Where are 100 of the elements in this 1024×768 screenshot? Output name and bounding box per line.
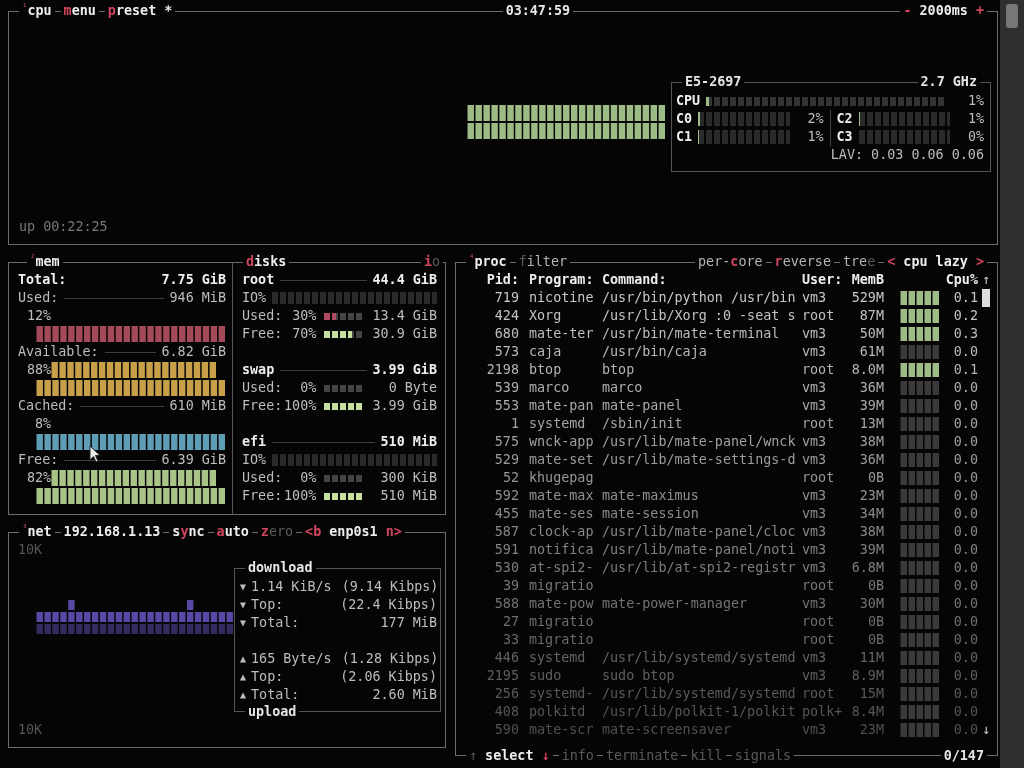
process-row[interactable]: 2198 btop btop root 8.0M 0.1 — [463, 361, 993, 379]
panel-tab[interactable]: <b enp0s1 n> — [302, 523, 405, 541]
column-header[interactable]: Cpu% — [942, 271, 978, 289]
pid-cell-text: 455 — [493, 505, 519, 523]
disk-meter — [324, 312, 365, 320]
command-cell-text: /usr/bin/mate-terminal — [602, 325, 781, 343]
scroll-down-arrow[interactable]: ↓ — [978, 721, 994, 739]
mem-label: Cached: — [18, 397, 75, 415]
memory-cell-text: 23M — [858, 721, 884, 739]
scroll-up-arrow[interactable]: ↑ — [978, 271, 994, 289]
process-row[interactable]: 27 migratio root 0B 0.0 — [463, 613, 993, 631]
pid-cell-text: 590 — [493, 721, 519, 739]
process-row[interactable]: 590 mate-scr mate-screensaver vm3 23M 0.0 ↓ — [463, 721, 993, 739]
process-row[interactable]: 424 Xorg /usr/lib/Xorg :0 -seat s root 87M 0.2 — [463, 307, 993, 325]
column-header[interactable]: MemB — [850, 271, 884, 289]
cpu-cell-text: 0.0 — [952, 595, 978, 613]
direction-arrow: ▲ — [240, 670, 247, 684]
process-row[interactable]: 719 nicotine /usr/bin/python /usr/bin vm3 529M 0.1 — [463, 289, 993, 307]
column-header[interactable]: Pid: — [463, 271, 519, 289]
user-cell-text: vm3 — [802, 397, 828, 415]
io-label: IO% — [242, 289, 267, 307]
window-scrollbar[interactable] — [1000, 0, 1024, 768]
disk-percent: 30% — [291, 307, 317, 325]
cpu-history-drawing — [900, 686, 940, 702]
memory-cell-text: 87M — [858, 307, 884, 325]
cpu-cell-text: 0.0 — [952, 433, 978, 451]
program-cell-text: marco — [529, 379, 571, 397]
process-row[interactable]: 573 caja /usr/bin/caja vm3 61M 0.0 — [463, 343, 993, 361]
user-cell-text: vm3 — [802, 559, 828, 577]
program-cell-text: migratio — [529, 631, 595, 649]
process-row[interactable]: 446 systemd /usr/lib/systemd/systemd vm3 11M 0.0 — [463, 649, 993, 667]
panel-tab[interactable]: $^{¹}$ cpu — [19, 2, 55, 20]
load-average: LAV: 0.03 0.06 0.06 — [830, 146, 984, 164]
cpu-cell-text: 0.0 — [952, 667, 978, 685]
process-row[interactable]: 680 mate-ter /usr/bin/mate-terminal vm3 50M 0.3 — [463, 325, 993, 343]
column-header[interactable]: Program: — [529, 271, 602, 289]
cpu-history-drawing — [900, 434, 940, 450]
process-row[interactable]: 553 mate-pan mate-panel vm3 39M 0.0 — [463, 397, 993, 415]
pid-cell-text: 52 — [501, 469, 519, 487]
process-row[interactable]: 575 wnck-app /usr/lib/mate-panel/wnck vm3 38M 0.0 — [463, 433, 993, 451]
cpu-history-drawing — [900, 524, 940, 540]
memory-cell-text: 36M — [858, 451, 884, 469]
disk-meter — [324, 402, 365, 410]
sort-option[interactable]: < cpu lazy > — [884, 253, 987, 271]
command-cell-text: mate-panel — [602, 397, 684, 415]
process-row[interactable]: 539 marco marco vm3 36M 0.0 — [463, 379, 993, 397]
command-cell-text: /usr/bin/caja — [602, 343, 708, 361]
process-row[interactable]: 587 clock-ap /usr/lib/mate-panel/cloc vm3 38M 0.0 — [463, 523, 993, 541]
cpu-cell-text: 0.0 — [952, 631, 978, 649]
process-row[interactable]: 33 migratio root 0B 0.0 — [463, 631, 993, 649]
process-row[interactable]: 530 at-spi2- /usr/lib/at-spi2-registr vm3 6.8M 0.0 — [463, 559, 993, 577]
cpu-cell-text: 0.0 — [952, 703, 978, 721]
mem-label: Used: — [18, 289, 59, 307]
mem-value: 946 MiB — [169, 289, 226, 307]
scrollbar-thumb[interactable] — [982, 289, 990, 307]
disk-value: 13.4 GiB — [372, 307, 437, 325]
memory-cell-text: 23M — [858, 487, 884, 505]
scrollbar-thumb[interactable] — [1006, 4, 1018, 28]
column-header[interactable]: Command: — [602, 271, 802, 289]
process-row[interactable]: 588 mate-pow mate-power-manager vm3 30M 0.0 — [463, 595, 993, 613]
process-row[interactable]: 39 migratio root 0B 0.0 — [463, 577, 993, 595]
process-row[interactable]: 455 mate-ses mate-session vm3 34M 0.0 — [463, 505, 993, 523]
memory-cell-text: 0B — [866, 631, 884, 649]
column-header[interactable]: User: — [802, 271, 850, 289]
cpu-history-drawing — [900, 596, 940, 612]
user-cell-text: root — [802, 415, 836, 433]
process-row[interactable]: 592 mate-max mate-maximus vm3 23M 0.0 — [463, 487, 993, 505]
panel-tab[interactable]: preset * — [104, 2, 176, 20]
pid-cell-text: 591 — [493, 541, 519, 559]
program-cell-text: caja — [529, 343, 563, 361]
cpu-history-drawing — [900, 398, 940, 414]
pid-cell-text: 587 — [493, 523, 519, 541]
panel-tab[interactable]: $^{⁴}$ proc — [466, 253, 510, 271]
scale-label: 10K — [18, 721, 43, 739]
net-label: Top: — [251, 596, 284, 614]
program-cell-text: mate-ses — [529, 505, 595, 523]
disk-value: 0 Byte — [388, 379, 437, 397]
core-label: C2 — [836, 110, 853, 128]
user-cell-text: root — [802, 613, 836, 631]
user-cell-text: root — [802, 469, 836, 487]
process-row[interactable]: 529 mate-set /usr/lib/mate-settings-d vm3 36M 0.0 — [463, 451, 993, 469]
command-cell-text: sudo btop — [602, 667, 676, 685]
scale-label: 10K — [18, 541, 43, 559]
cpu-history-drawing — [900, 416, 940, 432]
direction-arrow: ▲ — [240, 652, 247, 666]
program-cell-text: mate-pan — [529, 397, 595, 415]
command-cell-text: /usr/lib/mate-settings-d — [602, 451, 797, 469]
memory-cell-text: 30M — [858, 595, 884, 613]
process-row[interactable]: 52 khugepag root 0B 0.0 — [463, 469, 993, 487]
disk-size: 3.99 GiB — [372, 361, 437, 379]
cpu-cell-text: 0.0 — [952, 721, 978, 739]
process-row[interactable]: 1 systemd /sbin/init root 13M 0.0 — [463, 415, 993, 433]
net-value: (9.14 Kibps) — [341, 578, 439, 596]
process-row[interactable]: 591 notifica /usr/lib/mate-panel/noti vm3 39M 0.0 — [463, 541, 993, 559]
core-percent: 0% — [966, 128, 984, 146]
memory-cell: 529M — [850, 289, 884, 307]
core-label: C3 — [836, 128, 853, 146]
user-cell-text: vm3 — [802, 667, 828, 685]
pid-cell-text: 680 — [493, 325, 519, 343]
disk-percent: 70% — [291, 325, 317, 343]
